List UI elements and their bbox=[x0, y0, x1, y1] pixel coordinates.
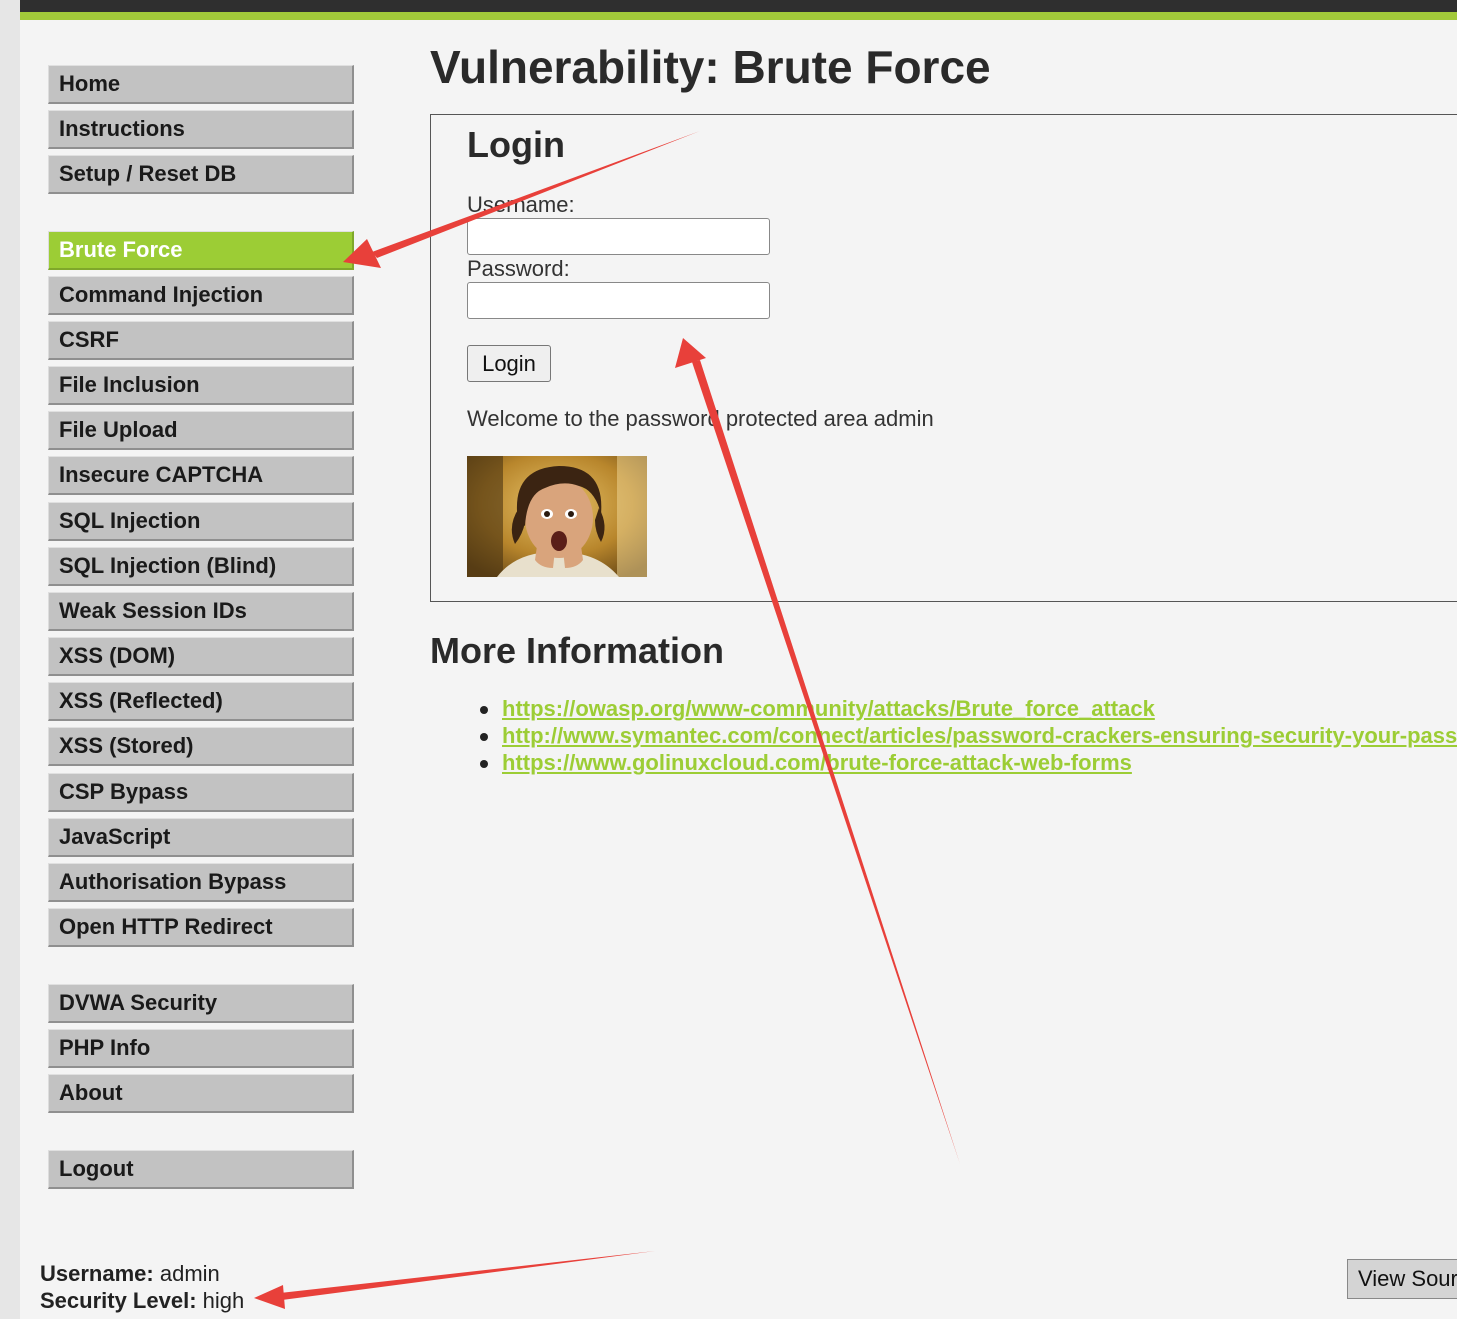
menu-item-xss-stored[interactable]: XSS (Stored) bbox=[48, 727, 354, 766]
list-item: https://owasp.org/www-community/attacks/… bbox=[480, 696, 1457, 723]
menu-item-sql-injection-blind[interactable]: SQL Injection (Blind) bbox=[48, 547, 354, 586]
session-info: Username: admin Security Level: high bbox=[40, 1260, 244, 1314]
menu-item-file-inclusion[interactable]: File Inclusion bbox=[48, 366, 354, 405]
menu-item-authorisation-bypass[interactable]: Authorisation Bypass bbox=[48, 863, 354, 902]
list-item: http://www.symantec.com/connect/articles… bbox=[480, 723, 1457, 750]
menu-item-php-info[interactable]: PHP Info bbox=[48, 1029, 354, 1068]
list-item: https://www.golinuxcloud.com/brute-force… bbox=[480, 750, 1457, 777]
link-symantec-password-crackers[interactable]: http://www.symantec.com/connect/articles… bbox=[502, 723, 1457, 748]
menu-item-instructions[interactable]: Instructions bbox=[48, 110, 354, 149]
page-title: Vulnerability: Brute Force bbox=[430, 41, 991, 93]
menu-item-file-upload[interactable]: File Upload bbox=[48, 411, 354, 450]
view-source-button[interactable]: View Source bbox=[1347, 1259, 1457, 1299]
menu-item-command-injection[interactable]: Command Injection bbox=[48, 276, 354, 315]
menu-item-dvwa-security[interactable]: DVWA Security bbox=[48, 984, 354, 1023]
menu-item-brute-force[interactable]: Brute Force bbox=[48, 231, 354, 270]
menu-item-weak-session-ids[interactable]: Weak Session IDs bbox=[48, 592, 354, 631]
menu-item-xss-dom[interactable]: XSS (DOM) bbox=[48, 637, 354, 676]
more-information-links: https://owasp.org/www-community/attacks/… bbox=[480, 696, 1457, 777]
username-label: Username: bbox=[467, 192, 575, 217]
password-label: Password: bbox=[467, 256, 570, 281]
footer-security-row: Security Level: high bbox=[40, 1287, 244, 1314]
menu-item-setup-reset-db[interactable]: Setup / Reset DB bbox=[48, 155, 354, 194]
password-input[interactable] bbox=[467, 282, 770, 319]
menu-item-home[interactable]: Home bbox=[48, 65, 354, 104]
username-input[interactable] bbox=[467, 218, 770, 255]
login-heading: Login bbox=[467, 124, 565, 165]
menu-item-xss-reflected[interactable]: XSS (Reflected) bbox=[48, 682, 354, 721]
menu-item-insecure-captcha[interactable]: Insecure CAPTCHA bbox=[48, 456, 354, 495]
top-header-bar bbox=[20, 0, 1457, 20]
menu-item-csp-bypass[interactable]: CSP Bypass bbox=[48, 773, 354, 812]
bullet-icon bbox=[480, 706, 488, 714]
link-golinuxcloud-brute-force[interactable]: https://www.golinuxcloud.com/brute-force… bbox=[502, 750, 1132, 775]
menu-item-csrf[interactable]: CSRF bbox=[48, 321, 354, 360]
menu-item-about[interactable]: About bbox=[48, 1074, 354, 1113]
surprised-person-photo bbox=[467, 456, 647, 577]
footer-username-value: admin bbox=[159, 1261, 220, 1286]
bullet-icon bbox=[480, 760, 488, 768]
welcome-message: Welcome to the password protected area a… bbox=[467, 406, 934, 431]
footer-username-label: Username: bbox=[40, 1261, 154, 1286]
more-information-heading: More Information bbox=[430, 630, 724, 671]
bullet-icon bbox=[480, 733, 488, 741]
footer-username-row: Username: admin bbox=[40, 1260, 244, 1287]
login-button[interactable]: Login bbox=[467, 345, 551, 382]
menu-item-javascript[interactable]: JavaScript bbox=[48, 818, 354, 857]
footer-security-label: Security Level: bbox=[40, 1288, 197, 1313]
menu-item-sql-injection[interactable]: SQL Injection bbox=[48, 502, 354, 541]
link-owasp-brute-force[interactable]: https://owasp.org/www-community/attacks/… bbox=[502, 696, 1155, 721]
menu-item-open-http-redirect[interactable]: Open HTTP Redirect bbox=[48, 908, 354, 947]
menu-item-logout[interactable]: Logout bbox=[48, 1150, 354, 1189]
footer-security-value: high bbox=[202, 1288, 245, 1313]
